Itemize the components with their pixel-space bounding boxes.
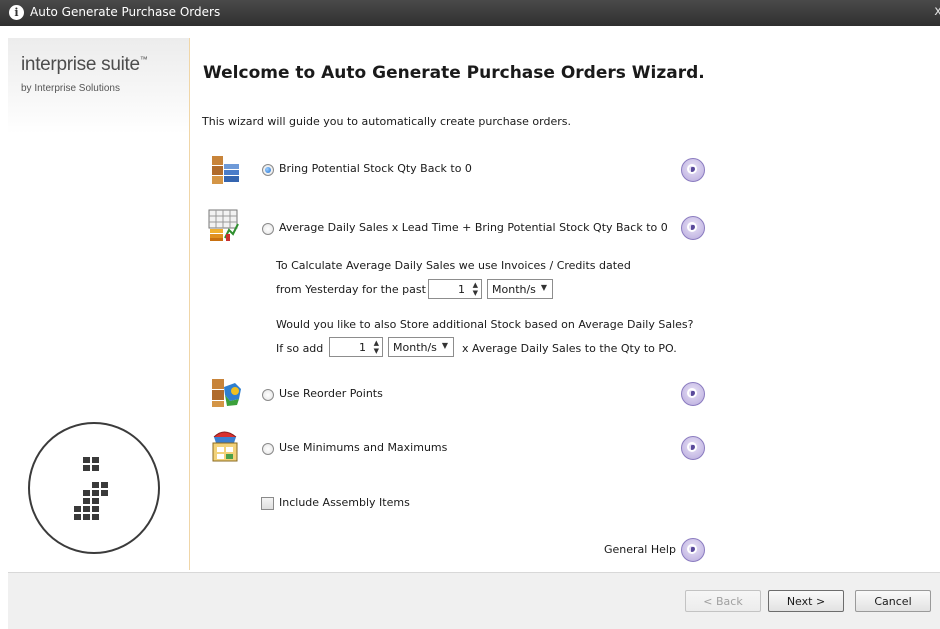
stock-boxes-icon (209, 153, 241, 185)
option-reorder-points-radio[interactable] (262, 389, 274, 401)
spinner-arrows-icon[interactable]: ▲ ▼ (473, 281, 478, 297)
brand-header: interprise suite™ by Interprise Solution… (8, 38, 189, 134)
option-reorder-points-label[interactable]: Use Reorder Points (279, 387, 383, 400)
help-icon[interactable] (681, 216, 705, 240)
next-button[interactable]: Next > (768, 590, 844, 612)
reorder-points-icon (209, 375, 241, 407)
store-value-stepper[interactable]: 1 ▲ ▼ (329, 337, 383, 357)
side-panel: interprise suite™ by Interprise Solution… (8, 38, 190, 570)
sales-chart-icon (207, 208, 239, 241)
store-unit-select[interactable]: Month/s ▼ (388, 337, 454, 357)
help-icon[interactable] (681, 158, 705, 182)
general-help-label[interactable]: General Help (604, 543, 676, 556)
help-icon[interactable] (681, 436, 705, 460)
help-icon[interactable] (681, 382, 705, 406)
close-button[interactable]: x (934, 4, 940, 19)
title-bar: i Auto Generate Purchase Orders x (0, 0, 940, 26)
option-min-max-radio[interactable] (262, 443, 274, 455)
page-title: Welcome to Auto Generate Purchase Orders… (203, 63, 705, 83)
min-max-icon (208, 429, 240, 462)
spinner-arrows-icon[interactable]: ▲ ▼ (374, 339, 379, 355)
window-title: Auto Generate Purchase Orders (30, 5, 221, 19)
include-assembly-label[interactable]: Include Assembly Items (279, 496, 410, 509)
option-average-sales-label[interactable]: Average Daily Sales x Lead Time + Bring … (279, 221, 668, 234)
option-bring-back-radio[interactable] (262, 164, 274, 176)
option-min-max-label[interactable]: Use Minimums and Maximums (279, 441, 447, 454)
info-icon: i (9, 5, 24, 20)
chevron-down-icon: ▼ (540, 283, 547, 292)
wizard-footer: < Back Next > Cancel (8, 572, 940, 629)
brand-byline: by Interprise Solutions (21, 83, 120, 94)
average-sales-description: To Calculate Average Daily Sales we use … (276, 259, 631, 272)
period-value-stepper[interactable]: 1 ▲ ▼ (428, 279, 482, 299)
store-prefix-label: If so add (276, 342, 324, 355)
cancel-button[interactable]: Cancel (855, 590, 931, 612)
period-unit-select[interactable]: Month/s ▼ (487, 279, 553, 299)
option-bring-back-label[interactable]: Bring Potential Stock Qty Back to 0 (279, 162, 472, 175)
brand-logo-text: interprise suite™ (21, 54, 148, 75)
store-stock-question: Would you like to also Store additional … (276, 318, 694, 331)
store-suffix-label: x Average Daily Sales to the Qty to PO. (462, 342, 677, 355)
period-prefix-label: from Yesterday for the past (276, 283, 426, 296)
option-average-sales-radio[interactable] (262, 223, 274, 235)
general-help-icon[interactable] (681, 538, 705, 562)
back-button[interactable]: < Back (685, 590, 761, 612)
interprise-logo-icon (28, 422, 160, 554)
intro-text: This wizard will guide you to automatica… (202, 115, 571, 128)
include-assembly-checkbox[interactable] (261, 497, 274, 510)
chevron-down-icon: ▼ (441, 341, 448, 350)
